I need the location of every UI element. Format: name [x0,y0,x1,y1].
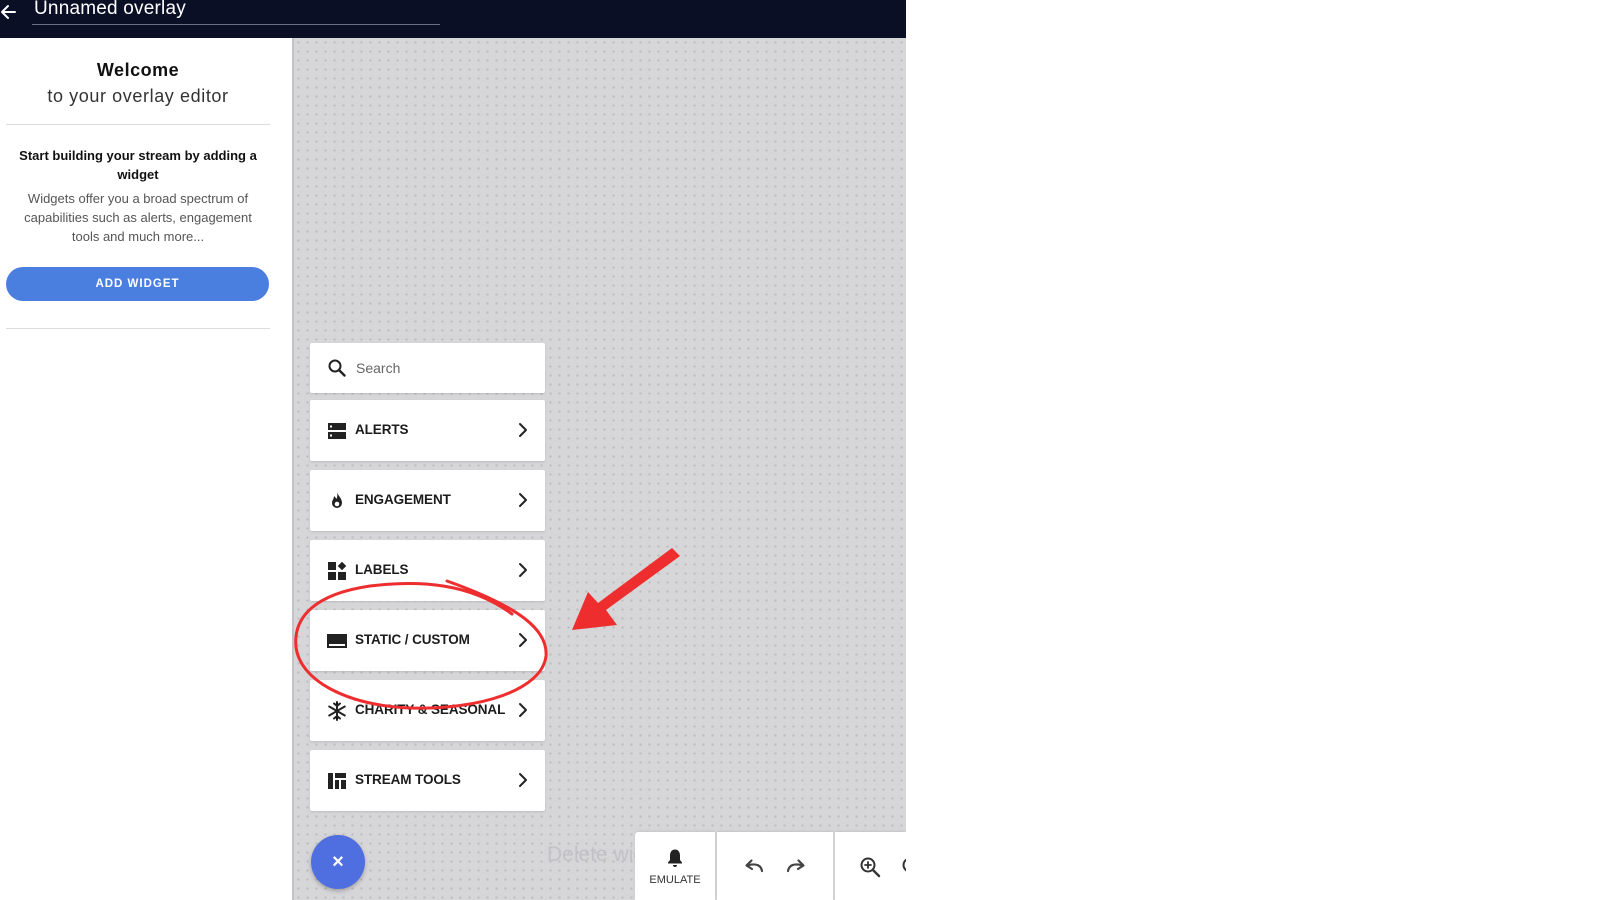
search-input[interactable] [356,356,536,380]
stream-tools-icon [328,773,346,789]
top-bar: Unnamed overlay [0,0,906,38]
menu-item-label: STREAM TOOLS [355,772,461,787]
labels-icon [328,561,347,580]
alerts-icon [328,423,346,439]
undo-icon[interactable] [743,856,765,876]
chevron-right-icon [519,773,527,787]
menu-item-label: STATIC / CUSTOM [355,632,470,647]
arrow-left-icon [1,5,16,19]
menu-item-label: ALERTS [355,422,409,437]
zoom-out-icon[interactable] [901,856,906,878]
menu-item-label: CHARITY & SEASONAL [355,702,506,717]
menu-item-labels[interactable]: LABELS [310,540,545,601]
left-panel: Welcome to your overlay editor Start bui… [0,38,292,900]
emulate-label: EMULATE [649,874,701,886]
chevron-right-icon [519,493,527,507]
start-heading: Start building your stream by adding a w… [19,148,257,182]
overlay-title: Unnamed overlay [34,0,186,19]
delete-widget-hint: Delete widget [547,843,637,866]
menu-item-stream-tools[interactable]: STREAM TOOLS [310,750,545,811]
start-description: Widgets offer you a broad spectrum of ca… [24,191,252,244]
flame-icon [332,492,342,508]
chevron-right-icon [519,633,527,647]
close-menu-button[interactable]: × [311,835,365,889]
add-widget-button[interactable]: ADD WIDGET [6,267,269,301]
chevron-right-icon [519,563,527,577]
divider [6,124,270,125]
welcome-subtitle: to your overlay editor [47,86,229,106]
menu-item-static-custom[interactable]: STATIC / CUSTOM [310,610,545,671]
static-custom-icon [327,634,347,648]
bell-icon [668,849,682,867]
snowflake-icon [328,701,346,721]
overlay-title-field[interactable]: Unnamed overlay [32,0,440,25]
divider [6,328,270,329]
widget-search[interactable] [310,343,545,393]
search-icon [328,359,346,377]
history-controls [717,832,833,900]
redo-icon[interactable] [785,856,807,876]
overlay-editor: Unnamed overlay Welcome to your overlay … [0,0,906,900]
emulate-button[interactable]: EMULATE [635,832,715,900]
zoom-in-icon[interactable] [859,856,881,878]
menu-item-engagement[interactable]: ENGAGEMENT [310,470,545,531]
welcome-title: Welcome [96,60,180,80]
chevron-right-icon [519,703,527,717]
menu-item-label: LABELS [355,562,409,577]
chevron-right-icon [519,423,527,437]
zoom-controls [835,832,906,900]
menu-item-alerts[interactable]: ALERTS [310,400,545,461]
menu-item-label: ENGAGEMENT [355,492,451,507]
back-button[interactable] [0,0,20,24]
menu-item-charity-seasonal[interactable]: CHARITY & SEASONAL [310,680,545,741]
